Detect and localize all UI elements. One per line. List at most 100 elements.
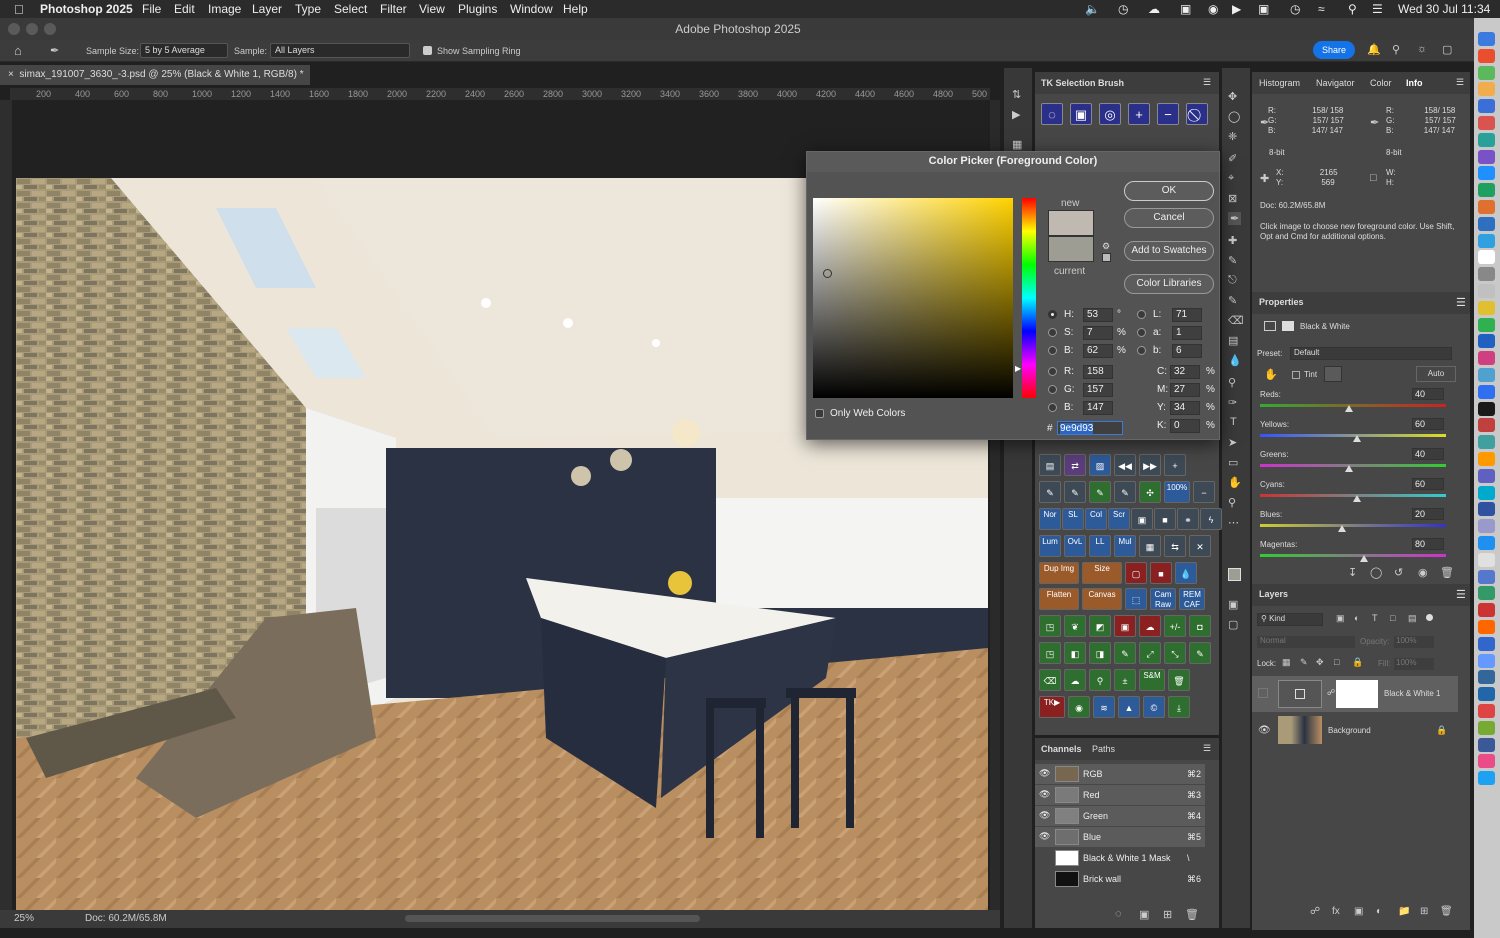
gradient-tool-icon[interactable]: ▤	[1228, 334, 1238, 347]
time-machine-icon[interactable]: ◷	[1290, 2, 1300, 16]
action5-icon[interactable]: ◘	[1189, 615, 1211, 637]
action10-icon[interactable]: ⤡	[1164, 642, 1186, 664]
channel-row[interactable]: 👁 RGB ⌘2	[1035, 764, 1205, 784]
dock-keynote-icon[interactable]	[1478, 216, 1495, 231]
dock-sketch-icon[interactable]	[1478, 452, 1495, 466]
lock-pixels-icon[interactable]: ▦	[1282, 657, 1291, 668]
fit-icon[interactable]: ✣	[1139, 481, 1161, 503]
layer-name[interactable]: Black & White 1	[1384, 689, 1440, 698]
magenta-field[interactable]: 27	[1170, 383, 1200, 397]
eye-icon[interactable]: 👁	[1039, 810, 1050, 821]
eyedropper-tool-icon[interactable]: ✒	[1228, 212, 1242, 225]
blend-lum-button[interactable]: Lum	[1039, 535, 1061, 557]
pen-tool-icon[interactable]: ✑	[1228, 396, 1237, 409]
brush-white-icon[interactable]: ✎	[1064, 481, 1086, 503]
cloud-status-icon[interactable]: ☁	[1148, 2, 1160, 16]
slider-value[interactable]: 60	[1412, 418, 1444, 430]
eyedropper-tool-icon[interactable]: ✒	[50, 44, 59, 57]
dock-messages-icon[interactable]	[1478, 65, 1495, 80]
action9-icon[interactable]: ✎	[1114, 642, 1136, 664]
cyan-field[interactable]: 32	[1170, 365, 1200, 379]
ok-button[interactable]: OK	[1124, 181, 1214, 201]
layer-row[interactable]: ☍ Black & White 1	[1252, 676, 1458, 712]
filter-type-icon[interactable]: T	[1372, 613, 1378, 623]
path-select-icon[interactable]: ➤	[1228, 436, 1237, 449]
status-app2-icon[interactable]: ◉	[1208, 2, 1218, 16]
menu-window[interactable]: Window	[510, 2, 553, 16]
menu-edit[interactable]: Edit	[174, 2, 195, 16]
blend-multiply-button[interactable]: Mul	[1114, 535, 1136, 557]
clear-selection-icon[interactable]: ⃠	[1186, 103, 1208, 125]
hue-slider[interactable]	[1022, 198, 1036, 398]
menu-type[interactable]: Type	[295, 2, 321, 16]
menu-view[interactable]: View	[419, 2, 445, 16]
tint-color-swatch[interactable]	[1324, 366, 1342, 382]
history-brush-icon[interactable]: ✎	[1228, 294, 1237, 307]
slider-value[interactable]: 40	[1412, 448, 1444, 460]
hand-tool-icon[interactable]: ✋	[1228, 476, 1242, 489]
rem-caf-button[interactable]: REM CAF	[1179, 588, 1205, 610]
red-x-icon[interactable]: ✕	[1189, 535, 1211, 557]
channel-row[interactable]: Black & White 1 Mask \	[1035, 848, 1205, 868]
selection-plus-icon[interactable]: ±	[1114, 669, 1136, 691]
foreground-color-swatch[interactable]	[1228, 568, 1241, 581]
eye-icon[interactable]: 👁	[1039, 831, 1050, 842]
layer-name[interactable]: Background	[1328, 726, 1371, 735]
add-icon[interactable]: +	[1164, 454, 1186, 476]
trash-icon[interactable]: 🗑	[1440, 906, 1453, 917]
eraser-tool-icon[interactable]: ⌫	[1228, 314, 1244, 327]
opacity-field[interactable]: 100%	[1394, 636, 1434, 648]
panel-icon-expand[interactable]: ⇅	[1012, 88, 1021, 101]
slider-thumb[interactable]	[1352, 495, 1361, 502]
dock-terminal-icon[interactable]	[1478, 401, 1495, 416]
document-tab[interactable]: × simax_191007_3630_-3.psd @ 25% (Black …	[0, 65, 310, 85]
color-field-cursor[interactable]	[823, 269, 832, 278]
show-ring-checkbox[interactable]	[423, 46, 432, 55]
zoom-window-button[interactable]	[44, 23, 56, 35]
brush-gray-icon[interactable]: ✎	[1114, 481, 1136, 503]
blue-radio[interactable]	[1048, 403, 1057, 412]
zoom-level[interactable]: 25%	[14, 913, 34, 924]
menu-plugins[interactable]: Plugins	[458, 2, 497, 16]
dock-activity-icon[interactable]	[1478, 418, 1495, 433]
layer-kind-filter[interactable]: ⚲ Kind	[1257, 613, 1323, 626]
dock-word-icon[interactable]	[1478, 502, 1495, 517]
hue-slider-arrow[interactable]: ▶	[1015, 364, 1021, 373]
mask-icon[interactable]	[1282, 321, 1294, 331]
dup-img-button[interactable]: Dup Img	[1039, 562, 1079, 584]
action3-icon[interactable]: ◩	[1089, 615, 1111, 637]
link-icon[interactable]: ☍	[1327, 688, 1335, 697]
dock-indesign-icon[interactable]	[1478, 704, 1495, 718]
status-app3-icon[interactable]: ▣	[1258, 2, 1269, 16]
slider-track[interactable]	[1260, 524, 1446, 527]
saturation-field[interactable]: 7	[1083, 326, 1113, 340]
channel-row[interactable]: Brick wall ⌘6	[1035, 869, 1205, 889]
screen-mode-icon[interactable]: ▢	[1228, 618, 1238, 631]
dock-premiere-icon[interactable]	[1478, 720, 1495, 735]
dock-app-store-icon[interactable]	[1478, 166, 1495, 181]
blend-ll-button[interactable]: LL	[1089, 535, 1111, 557]
dock-slack-icon[interactable]	[1478, 485, 1495, 500]
dock-lightroom-icon[interactable]	[1478, 636, 1495, 651]
new-doc-icon[interactable]: ▤	[1039, 454, 1061, 476]
cam-raw-button[interactable]: Cam Raw	[1150, 588, 1176, 610]
shape-tool-icon[interactable]: ▭	[1228, 456, 1238, 469]
link-icon[interactable]: ⚭	[1177, 508, 1199, 530]
dock-calendar-icon[interactable]	[1478, 116, 1495, 130]
dock-facetime-icon[interactable]	[1478, 183, 1495, 198]
dock-notes-icon[interactable]	[1478, 82, 1495, 97]
slider-thumb[interactable]	[1352, 435, 1361, 442]
cloud-icon[interactable]: ☁	[1139, 615, 1161, 637]
dock-podcasts-icon[interactable]	[1478, 368, 1495, 382]
action1-icon[interactable]: ◳	[1039, 615, 1061, 637]
action7-icon[interactable]: ◧	[1064, 642, 1086, 664]
add-selection-icon[interactable]: +	[1128, 103, 1150, 125]
brush-green-icon[interactable]: ✎	[1089, 481, 1111, 503]
quick-mask-icon[interactable]: ▣	[1228, 598, 1238, 611]
grid-panel-icon[interactable]: ▦	[1012, 138, 1022, 151]
marquee-tool-icon[interactable]: ◯	[1228, 110, 1240, 123]
panel-menu-icon[interactable]: ☰	[1456, 296, 1466, 309]
only-web-colors-checkbox[interactable]	[815, 409, 824, 418]
lock-image-icon[interactable]: ✎	[1300, 657, 1308, 668]
blend-overlay-button[interactable]: OvL	[1064, 535, 1086, 557]
